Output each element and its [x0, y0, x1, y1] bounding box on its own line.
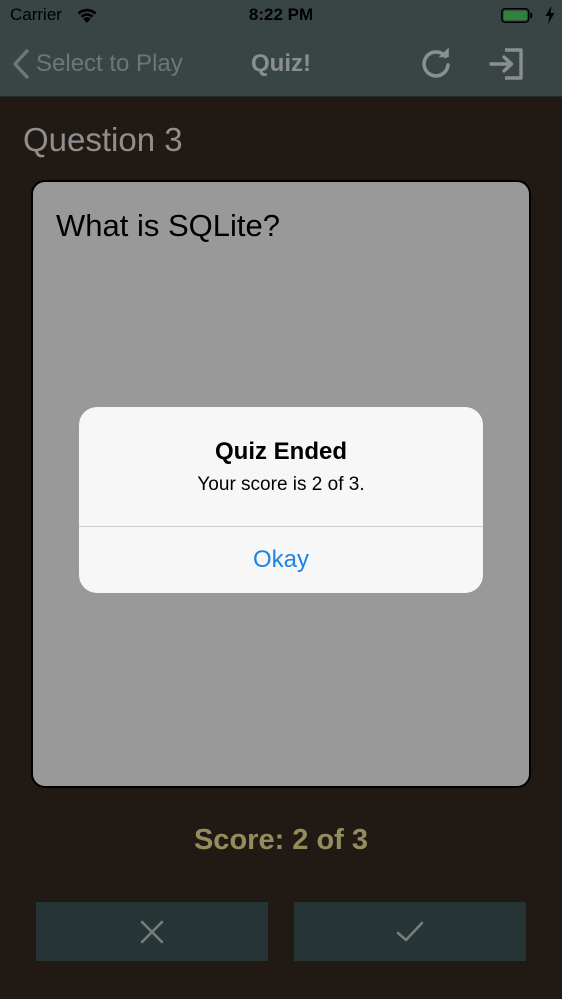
okay-button[interactable]: Okay [79, 527, 483, 593]
alert-message: Your score is 2 of 3. [197, 474, 365, 495]
alert-dialog: Quiz Ended Your score is 2 of 3. Okay [79, 407, 483, 593]
alert-title: Quiz Ended [215, 438, 347, 465]
